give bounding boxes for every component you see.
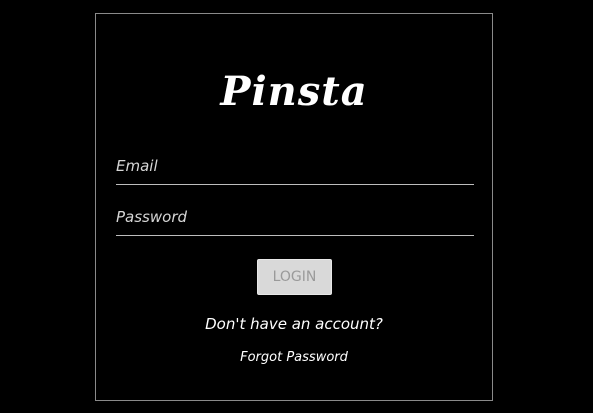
signup-link[interactable]: Don't have an account? [96,315,492,333]
login-button[interactable]: LOGIN [257,259,332,295]
email-input[interactable] [116,147,474,184]
login-card: Pinsta LOGIN Don't have an account? Forg… [95,13,493,401]
email-field-wrapper [116,147,474,185]
password-input[interactable] [116,198,474,235]
app-logo: Pinsta [220,68,368,115]
password-field-wrapper [116,198,474,236]
forgot-password-link[interactable]: Forgot Password [96,350,492,365]
